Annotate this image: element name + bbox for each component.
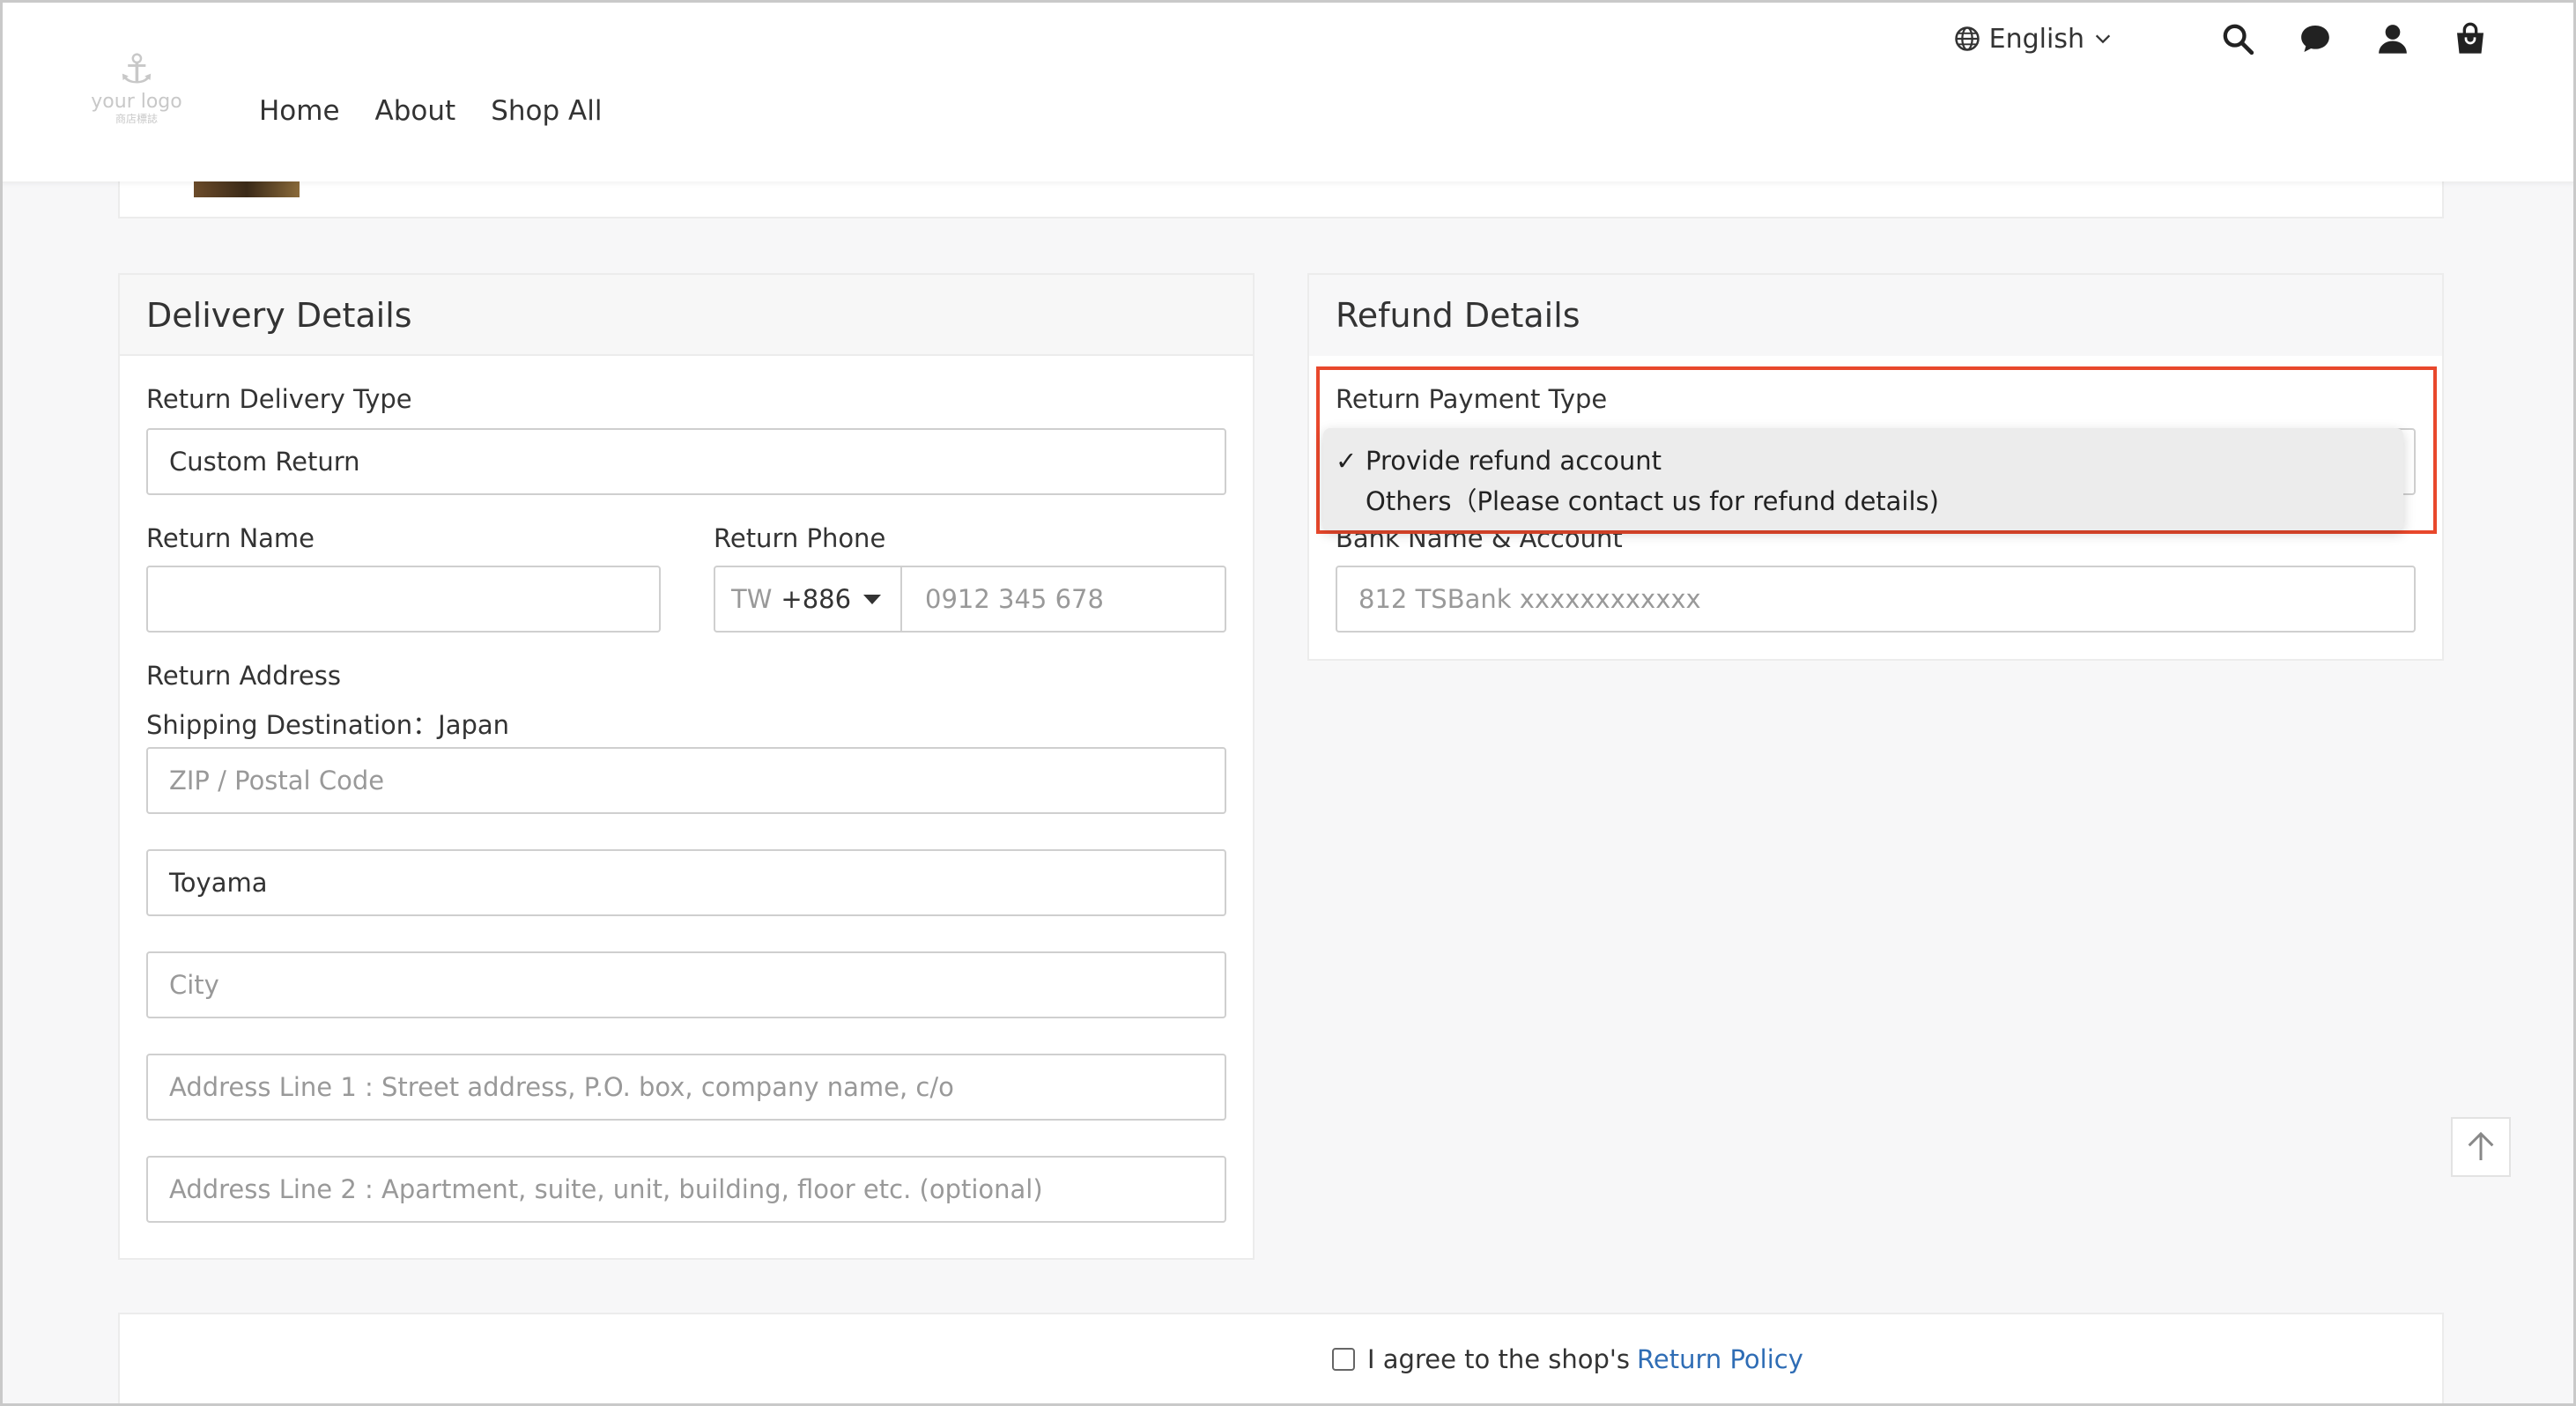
- bank-account-input[interactable]: 812 TSBank xxxxxxxxxxxx: [1336, 566, 2416, 633]
- account-button[interactable]: [2375, 21, 2410, 56]
- phone-country: TW: [731, 584, 773, 614]
- logo-subtext: 商店標誌: [115, 113, 158, 125]
- logo-text: your logo: [91, 91, 182, 113]
- search-button[interactable]: [2220, 21, 2255, 56]
- caret-down-icon: [863, 594, 881, 604]
- checkmark-icon: ✓: [1336, 446, 1358, 476]
- arrow-up-icon: [2468, 1131, 2494, 1160]
- return-phone-input[interactable]: 0912 345 678: [902, 566, 1226, 633]
- return-delivery-type-label: Return Delivery Type: [146, 384, 412, 414]
- globe-icon: [1954, 26, 1980, 51]
- return-phone-label: Return Phone: [714, 523, 886, 553]
- return-phone-group: TW +886 0912 345 678: [714, 566, 1226, 633]
- prefecture-select[interactable]: Toyama: [146, 849, 1226, 916]
- city-input[interactable]: City: [146, 951, 1226, 1018]
- main-nav: Home About Shop All: [259, 93, 637, 129]
- language-label: English: [1988, 23, 2084, 55]
- chevron-down-icon: [2095, 34, 2111, 44]
- return-delivery-type-select[interactable]: Custom Return: [146, 428, 1226, 495]
- address-line-2-input[interactable]: Address Line 2 : Apartment, suite, unit,…: [146, 1156, 1226, 1223]
- agree-checkbox[interactable]: [1332, 1348, 1355, 1371]
- agree-text: I agree to the shop's: [1367, 1344, 1631, 1374]
- anchor-icon: ⚓: [118, 45, 155, 92]
- return-name-label: Return Name: [146, 523, 315, 553]
- nav-home[interactable]: Home: [259, 93, 340, 129]
- header-actions: English: [1954, 18, 2488, 60]
- language-selector[interactable]: English: [1954, 24, 2121, 55]
- address-line-1-input[interactable]: Address Line 1 : Street address, P.O. bo…: [146, 1054, 1226, 1121]
- option-label: Others（Please contact us for refund deta…: [1366, 486, 1939, 516]
- delivery-details-title: Delivery Details: [120, 275, 1253, 356]
- chat-button[interactable]: [2298, 21, 2333, 56]
- agreement-card: [118, 1313, 2444, 1406]
- search-icon: [2223, 24, 2254, 56]
- refund-details-title: Refund Details: [1309, 275, 2442, 356]
- phone-country-select[interactable]: TW +886: [714, 566, 902, 633]
- zip-code-input[interactable]: ZIP / Postal Code: [146, 747, 1226, 814]
- shop-logo[interactable]: ⚓ your logo 商店標誌: [88, 46, 185, 134]
- shipping-destination: Shipping Destination：Japan: [146, 710, 510, 740]
- nav-about[interactable]: About: [375, 93, 456, 129]
- chat-icon: [2301, 26, 2329, 52]
- cart-button[interactable]: [2453, 21, 2488, 56]
- payment-type-dropdown: ✓ Provide refund account Others（Please co…: [1323, 428, 2403, 530]
- return-address-label: Return Address: [146, 661, 341, 691]
- nav-shop-all[interactable]: Shop All: [491, 93, 602, 129]
- back-to-top-button[interactable]: [2451, 1117, 2511, 1177]
- product-thumbnail: [194, 181, 300, 197]
- user-icon: [2379, 25, 2407, 54]
- return-name-input[interactable]: [146, 566, 661, 633]
- return-policy-link[interactable]: Return Policy: [1637, 1344, 1803, 1374]
- option-others[interactable]: Others（Please contact us for refund deta…: [1323, 481, 2403, 522]
- shopping-bag-icon: [2457, 22, 2483, 54]
- option-label: Provide refund account: [1366, 446, 1662, 476]
- option-provide-refund-account[interactable]: ✓ Provide refund account: [1323, 440, 2403, 481]
- return-policy-agreement: I agree to the shop's Return Policy: [1332, 1344, 1803, 1374]
- site-header: ⚓ your logo 商店標誌 Home About Shop All Eng…: [0, 0, 2576, 181]
- phone-code: +886: [781, 584, 852, 614]
